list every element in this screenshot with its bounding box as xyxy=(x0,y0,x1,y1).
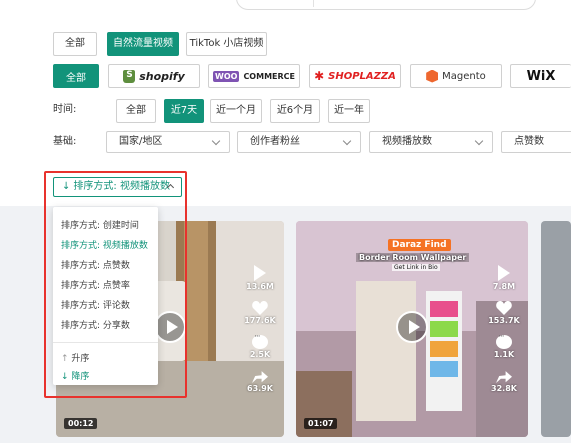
creator-followers-select-value: 创作者粉丝 xyxy=(250,136,300,147)
platform-shopify-label: shopify xyxy=(139,69,185,83)
filter-tiktok-shop-videos[interactable]: TikTok 小店视频 xyxy=(186,32,267,56)
creator-followers-select[interactable]: 创作者粉丝 xyxy=(237,131,361,153)
overlay-subtitle: Border Room Wallpaper xyxy=(356,253,470,262)
chevron-down-icon xyxy=(211,136,221,146)
shoplazza-logo-icon: ✱ xyxy=(314,69,325,83)
share-icon xyxy=(496,371,512,383)
likes-select[interactable]: 点赞数 xyxy=(501,131,571,153)
time-1-month[interactable]: 近一个月 xyxy=(210,99,262,123)
play-button[interactable] xyxy=(396,311,428,343)
video-duration: 01:07 xyxy=(304,418,338,429)
magento-logo-icon xyxy=(426,69,439,83)
heart-icon xyxy=(252,301,268,315)
sort-descending-icon: ↓ xyxy=(62,181,71,192)
plays-stat: 7.8M xyxy=(493,265,515,291)
video-stats: 7.8M 153.7K 1.1K 32.8K xyxy=(488,265,520,403)
page: 全部 自然流量视频 TikTok 小店视频 全部 shopify WOO COM… xyxy=(0,0,571,443)
platform-shopify[interactable]: shopify xyxy=(108,64,200,88)
sort-descending-icon: ↓ xyxy=(61,372,69,382)
time-6-months[interactable]: 近6个月 xyxy=(270,99,320,123)
filter-all[interactable]: 全部 xyxy=(53,32,97,56)
search-divider xyxy=(313,0,314,7)
sort-option-video-plays[interactable]: 排序方式: 视频播放数 xyxy=(61,238,148,251)
platform-wix[interactable]: WiX xyxy=(510,64,571,88)
order-descending-label: 降序 xyxy=(71,372,90,382)
play-icon xyxy=(497,265,510,281)
platform-magento-label: Magento xyxy=(442,70,486,82)
sort-option-comments[interactable]: 排序方式: 评论数 xyxy=(61,298,130,311)
overlay-cta: Get Link in Bio xyxy=(392,264,440,271)
plays-stat: 13.6M xyxy=(246,265,274,291)
platform-woocommerce[interactable]: WOO COMMERCE xyxy=(208,64,300,88)
play-icon xyxy=(253,265,266,281)
platform-wix-label: WiX xyxy=(526,68,556,84)
order-descending[interactable]: ↓ 降序 xyxy=(61,369,89,382)
time-7-days[interactable]: 近7天 xyxy=(164,99,204,123)
woocommerce-logo-icon: WOO xyxy=(213,70,240,82)
time-label: 时间: xyxy=(53,104,77,115)
likes-stat: 153.7K xyxy=(488,301,520,325)
platform-all-label: 全部 xyxy=(66,72,86,84)
comment-icon xyxy=(496,332,512,349)
platform-woocommerce-label: COMMERCE xyxy=(243,71,295,81)
shares-count: 32.8K xyxy=(491,384,517,393)
shopify-logo-icon xyxy=(123,69,136,83)
platform-magento[interactable]: Magento xyxy=(410,64,502,88)
order-ascending[interactable]: ↑ 升序 xyxy=(61,351,89,364)
overlay-title: Daraz Find xyxy=(388,239,451,251)
comments-stat: 1.1K xyxy=(493,332,515,359)
time-1-year[interactable]: 近一年 xyxy=(328,99,370,123)
likes-count: 153.7K xyxy=(488,316,520,325)
sort-button[interactable]: ↓ 排序方式: 视频播放数 xyxy=(53,177,182,197)
video-stats: 13.6M 177.6K 2.5K 63.9K xyxy=(244,265,276,403)
platform-shoplazza-label: SHOPLAZZA xyxy=(328,70,396,82)
time-all[interactable]: 全部 xyxy=(116,99,156,123)
chevron-down-icon xyxy=(474,136,484,146)
shares-stat: 32.8K xyxy=(491,369,517,393)
shares-stat: 63.9K xyxy=(247,369,273,393)
heart-icon xyxy=(496,301,512,315)
likes-count: 177.6K xyxy=(244,316,276,325)
platform-all[interactable]: 全部 xyxy=(53,64,99,88)
comments-count: 2.5K xyxy=(249,350,271,359)
filter-organic-videos[interactable]: 自然流量视频 xyxy=(107,32,179,56)
plays-count: 13.6M xyxy=(246,282,274,291)
play-button[interactable] xyxy=(154,311,186,343)
order-ascending-label: 升序 xyxy=(71,354,90,364)
video-plays-select-value: 视频播放数 xyxy=(382,136,432,147)
likes-stat: 177.6K xyxy=(244,301,276,325)
sort-dropdown-menu: 排序方式: 创建时间 排序方式: 视频播放数 排序方式: 点赞数 排序方式: 点… xyxy=(53,207,158,385)
platform-shoplazza[interactable]: ✱ SHOPLAZZA xyxy=(309,64,401,88)
sort-ascending-icon: ↑ xyxy=(61,354,69,364)
share-icon xyxy=(252,371,268,383)
sort-option-like-rate[interactable]: 排序方式: 点赞率 xyxy=(61,278,130,291)
comment-icon xyxy=(252,332,268,349)
likes-select-value: 点赞数 xyxy=(514,136,544,147)
comments-stat: 2.5K xyxy=(249,332,271,359)
country-select[interactable]: 国家/地区 xyxy=(106,131,230,153)
video-card[interactable]: Daraz Find Border Room Wallpaper Get Lin… xyxy=(296,221,528,437)
sort-option-shares[interactable]: 排序方式: 分享数 xyxy=(61,318,130,331)
country-select-value: 国家/地区 xyxy=(119,136,163,147)
video-duration: 00:12 xyxy=(64,418,98,429)
plays-count: 7.8M xyxy=(492,282,516,291)
sort-option-likes[interactable]: 排序方式: 点赞数 xyxy=(61,258,130,271)
basic-label: 基础: xyxy=(53,136,77,147)
chevron-down-icon xyxy=(342,136,352,146)
search-bar-remnant[interactable] xyxy=(236,0,536,10)
sort-option-created-time[interactable]: 排序方式: 创建时间 xyxy=(61,218,139,231)
dropdown-divider xyxy=(53,342,158,343)
shares-count: 63.9K xyxy=(247,384,273,393)
sort-button-label: 排序方式: 视频播放数 xyxy=(73,181,170,192)
video-plays-select[interactable]: 视频播放数 xyxy=(369,131,493,153)
comments-count: 1.1K xyxy=(493,350,515,359)
video-card[interactable] xyxy=(541,221,571,437)
